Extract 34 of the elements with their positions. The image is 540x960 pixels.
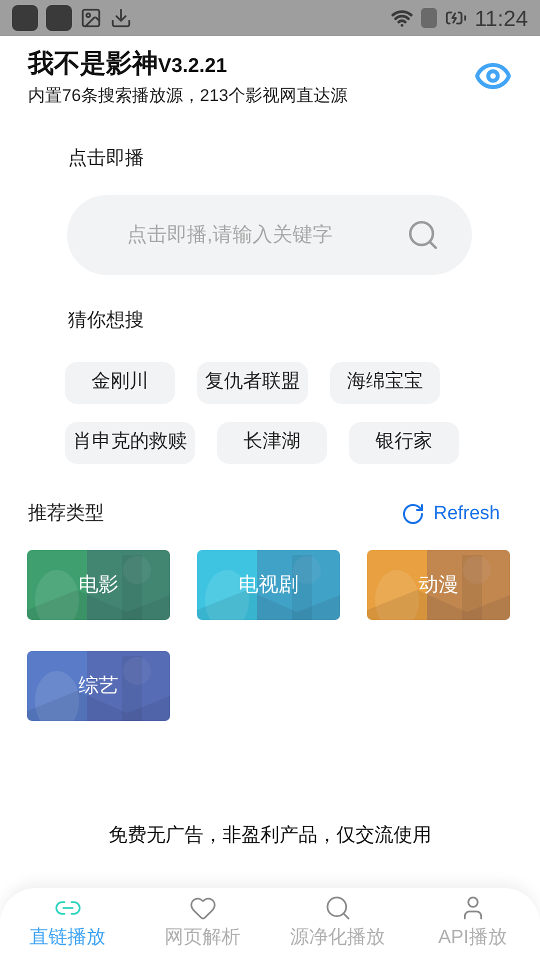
nav-tab[interactable]: 直链播放	[0, 894, 135, 960]
refresh-icon	[401, 502, 426, 526]
download-icon	[110, 7, 132, 29]
clock: 11:24	[474, 4, 528, 32]
suggestion-chip[interactable]: 海绵宝宝	[330, 362, 440, 404]
app-title: 我不是影神	[28, 47, 158, 80]
search-icon[interactable]	[406, 218, 440, 252]
no-sim-icon	[420, 8, 437, 28]
suggestion-chip[interactable]: 金刚川	[65, 362, 175, 404]
wifi-icon	[390, 7, 413, 29]
category-card[interactable]: 电视剧	[197, 550, 340, 620]
category-card[interactable]: 综艺	[27, 651, 170, 721]
suggestion-chip[interactable]: 银行家	[349, 422, 459, 464]
category-card[interactable]: 电影	[27, 550, 170, 620]
footer-note: 免费无广告，非盈利产品，仅交流使用	[108, 824, 432, 848]
category-label: 动漫	[418, 573, 458, 598]
category-card[interactable]: 动漫	[367, 550, 510, 620]
section-title: 推荐类型	[28, 502, 104, 526]
search-icon	[324, 894, 352, 922]
section-title: 猜你想搜	[68, 310, 144, 331]
section-title: 点击即播	[68, 148, 144, 168]
refresh-button[interactable]: Refresh	[401, 500, 512, 528]
suggestion-chip[interactable]: 复仇者联盟	[197, 362, 308, 404]
search-field[interactable]: 点击即播,请输入关键字	[67, 195, 472, 275]
app-icon	[12, 5, 38, 31]
subtitle: 内置76条搜索播放源，213个影视网直达源	[28, 85, 348, 107]
image-icon	[80, 7, 102, 29]
version-label: V3.2.21	[158, 54, 227, 79]
category-label: 综艺	[78, 674, 118, 699]
category-label: 电影	[78, 573, 118, 598]
category-label: 电视剧	[238, 573, 298, 598]
app-icon	[46, 5, 72, 31]
suggestion-chip[interactable]: 长津湖	[217, 422, 327, 464]
suggestion-chip[interactable]: 肖申克的救赎	[65, 422, 195, 464]
